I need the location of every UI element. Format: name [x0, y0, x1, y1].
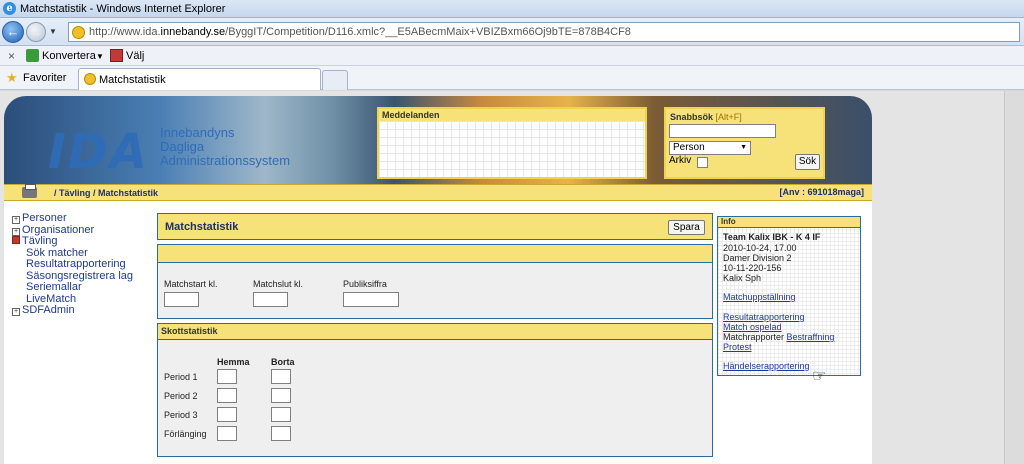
- collapse-icon[interactable]: [12, 236, 20, 244]
- info-panel: Info Team Kalix IBK - K 4 IF 2010-10-24,…: [717, 216, 861, 376]
- period-3-away-input[interactable]: [271, 407, 291, 422]
- header-banner: IDA Innebandyns Dagliga Administrationss…: [4, 96, 872, 184]
- convert-icon: [26, 49, 39, 62]
- shots-title: Skottstatistik: [158, 324, 712, 340]
- menu-item-seriemallar[interactable]: Seriemallar: [12, 282, 157, 294]
- tab-matchstatistik[interactable]: Matchstatistik: [78, 68, 321, 90]
- info-match-id: 10-11-220-156: [723, 263, 782, 273]
- window-titlebar: e Matchstatistik - Windows Internet Expl…: [0, 0, 1024, 18]
- shots-panel: Skottstatistik Hemma Borta Period 1 Peri…: [157, 323, 713, 457]
- hand-cursor-icon: ☞: [812, 368, 827, 385]
- info-datetime: 2010-10-24, 17.00: [723, 243, 797, 253]
- favorites-bar: ★ Favoriter Matchstatistik: [0, 66, 1024, 90]
- period-1-label: Period 1: [164, 372, 198, 382]
- period-1-away-input[interactable]: [271, 369, 291, 384]
- overtime-home-input[interactable]: [217, 426, 237, 441]
- match-times-panel: Matchstart kl. Matchslut kl. Publiksiffr…: [157, 244, 713, 319]
- close-icon[interactable]: ×: [8, 49, 15, 63]
- ida-logo-subtitle: Innebandyns Dagliga Administrationssyste…: [160, 125, 291, 168]
- page-favicon-icon: [72, 26, 85, 39]
- archive-label: Arkiv: [669, 155, 692, 166]
- chevron-down-icon: ▼: [740, 144, 747, 151]
- page-title: Matchstatistik: [165, 221, 239, 233]
- match-end-label: Matchslut kl.: [253, 279, 304, 289]
- menu-item-tavling[interactable]: Tävling: [12, 236, 157, 248]
- overtime-away-input[interactable]: [271, 426, 291, 441]
- tab-label: Matchstatistik: [99, 74, 166, 86]
- star-icon[interactable]: ★: [6, 70, 18, 86]
- archive-checkbox[interactable]: [697, 157, 708, 168]
- breadcrumb: / Tävling / Matchstatistik: [54, 188, 159, 198]
- chevron-down-icon[interactable]: ▼: [96, 52, 104, 61]
- period-3-home-input[interactable]: [217, 407, 237, 422]
- info-venue: Kalix Sph: [723, 273, 762, 283]
- quicksearch-panel: Snabbsök [Alt+F] Person ▼ Arkiv Sök: [664, 107, 825, 179]
- away-column-header: Borta: [271, 357, 295, 367]
- address-bar: ← → ▼ http://www.ida.innebandy.se/ByggIT…: [0, 18, 1024, 46]
- breadcrumb-bar: / Tävling / Matchstatistik [Anv : 691018…: [4, 184, 872, 201]
- ida-logo: IDA: [48, 124, 149, 180]
- favorites-button[interactable]: Favoriter: [23, 72, 66, 84]
- user-badge[interactable]: [Anv : 691018maga]: [779, 187, 864, 197]
- save-button[interactable]: Spara: [668, 220, 705, 235]
- audience-input[interactable]: [343, 292, 399, 307]
- search-button[interactable]: Sök: [795, 154, 820, 170]
- overtime-label: Förlänging: [164, 429, 207, 439]
- page-content: IDA Innebandyns Dagliga Administrationss…: [4, 96, 872, 464]
- link-matchuppstallning[interactable]: Matchuppställning: [723, 292, 796, 302]
- match-start-label: Matchstart kl.: [164, 279, 218, 289]
- period-2-away-input[interactable]: [271, 388, 291, 403]
- link-match-ospelad[interactable]: Match ospelad: [723, 322, 782, 332]
- period-3-label: Period 3: [164, 410, 198, 420]
- match-start-input[interactable]: [164, 292, 199, 307]
- messages-panel: Meddelanden: [377, 107, 647, 179]
- internet-explorer-icon: e: [3, 2, 16, 15]
- match-reports-row: Matchrapporter Bestraffning: [723, 332, 835, 342]
- period-2-label: Period 2: [164, 391, 198, 401]
- page-favicon-icon: [84, 73, 96, 85]
- match-end-input[interactable]: [253, 292, 288, 307]
- expand-icon[interactable]: +: [12, 308, 20, 316]
- convert-button[interactable]: Konvertera: [42, 50, 96, 62]
- menu-item-resultatrapportering[interactable]: Resultatrapportering: [12, 259, 157, 271]
- expand-icon[interactable]: +: [12, 216, 20, 224]
- printer-icon[interactable]: [22, 184, 37, 198]
- link-bestraffning[interactable]: Bestraffning: [787, 332, 835, 342]
- quicksearch-input[interactable]: [669, 124, 776, 138]
- expand-icon[interactable]: +: [12, 227, 20, 236]
- page-title-panel: Matchstatistik Spara: [157, 213, 713, 240]
- select-icon: [110, 49, 123, 62]
- info-title: Info: [718, 217, 860, 228]
- period-2-home-input[interactable]: [217, 388, 237, 403]
- match-times-header: [158, 245, 712, 263]
- select-button[interactable]: Välj: [126, 50, 144, 62]
- url-input[interactable]: http://www.ida.innebandy.se/ByggIT/Compe…: [68, 22, 1020, 42]
- info-division: Damer Division 2: [723, 253, 792, 263]
- quicksearch-title: Snabbsök [Alt+F]: [670, 112, 742, 122]
- window-title: Matchstatistik - Windows Internet Explor…: [20, 3, 226, 15]
- messages-area: [379, 121, 645, 177]
- menu-item-sdfadmin[interactable]: + SDFAdmin: [12, 305, 157, 317]
- link-resultatrapportering[interactable]: Resultatrapportering: [723, 312, 805, 322]
- history-dropdown-icon[interactable]: ▼: [49, 27, 57, 36]
- link-handelserapportering[interactable]: Händelserapportering: [723, 361, 810, 371]
- command-bar: × Konvertera ▼ Välj: [0, 46, 1024, 66]
- period-1-home-input[interactable]: [217, 369, 237, 384]
- new-tab-button[interactable]: [322, 70, 348, 90]
- quicksearch-type-select[interactable]: Person ▼: [669, 141, 751, 155]
- link-protest[interactable]: Protest: [723, 342, 752, 352]
- forward-arrow-icon[interactable]: →: [26, 22, 46, 42]
- url-text: http://www.ida.innebandy.se/ByggIT/Compe…: [89, 26, 631, 38]
- home-column-header: Hemma: [217, 357, 250, 367]
- vertical-scrollbar[interactable]: [1004, 91, 1024, 464]
- audience-label: Publiksiffra: [343, 279, 387, 289]
- info-team: Team Kalix IBK - K 4 IF: [723, 232, 821, 242]
- messages-title: Meddelanden: [379, 109, 645, 121]
- left-menu: + Personer + Organisationer Tävling Sök ma…: [12, 213, 157, 317]
- back-arrow-icon[interactable]: ←: [2, 21, 24, 43]
